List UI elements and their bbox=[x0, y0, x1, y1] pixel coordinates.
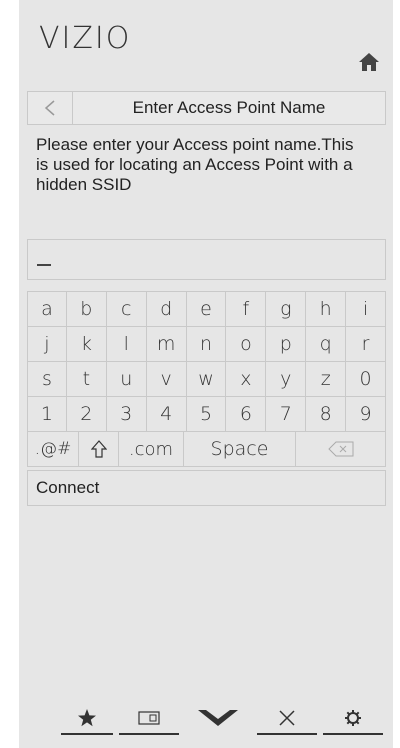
exit-button[interactable] bbox=[257, 700, 317, 736]
key-p[interactable]: p bbox=[266, 327, 307, 361]
menu-button[interactable] bbox=[183, 700, 253, 736]
connect-button[interactable]: Connect bbox=[27, 470, 386, 506]
key-7[interactable]: 7 bbox=[266, 397, 307, 431]
key-o[interactable]: o bbox=[226, 327, 267, 361]
key-9[interactable]: 9 bbox=[346, 397, 387, 431]
key-6[interactable]: 6 bbox=[226, 397, 267, 431]
exit-underline bbox=[257, 733, 317, 735]
keyboard-row: s t u v w x y z 0 bbox=[27, 361, 387, 396]
page-title: Enter Access Point Name bbox=[132, 98, 326, 117]
symbols-key[interactable]: .@# bbox=[27, 432, 79, 466]
keyboard-row: j k l m n o p q r bbox=[27, 326, 387, 361]
key-b[interactable]: b bbox=[67, 292, 107, 326]
favorites-button[interactable] bbox=[61, 700, 113, 736]
key-n[interactable]: n bbox=[187, 327, 227, 361]
shift-key[interactable] bbox=[79, 432, 119, 466]
input-underline bbox=[119, 733, 179, 735]
star-icon bbox=[78, 709, 96, 727]
key-e[interactable]: e bbox=[187, 292, 227, 326]
key-r[interactable]: r bbox=[346, 327, 387, 361]
key-v[interactable]: v bbox=[147, 362, 187, 396]
settings-underline bbox=[323, 733, 383, 735]
keyboard-row: .@# .com Space bbox=[27, 431, 386, 467]
key-d[interactable]: d bbox=[147, 292, 187, 326]
settings-button[interactable] bbox=[323, 700, 383, 736]
key-a[interactable]: a bbox=[27, 292, 67, 326]
key-f[interactable]: f bbox=[226, 292, 267, 326]
input-icon bbox=[138, 711, 160, 725]
key-4[interactable]: 4 bbox=[147, 397, 187, 431]
delete-key[interactable] bbox=[296, 432, 386, 466]
keyboard-row: a b c d e f g h i bbox=[27, 291, 387, 326]
key-t[interactable]: t bbox=[67, 362, 107, 396]
key-j[interactable]: j bbox=[27, 327, 67, 361]
home-icon[interactable] bbox=[358, 52, 380, 72]
on-screen-keyboard: a b c d e f g h i j k l m n o p q r s t … bbox=[27, 291, 387, 467]
key-i[interactable]: i bbox=[346, 292, 387, 326]
key-5[interactable]: 5 bbox=[187, 397, 227, 431]
key-c[interactable]: c bbox=[107, 292, 147, 326]
key-g[interactable]: g bbox=[266, 292, 307, 326]
key-0[interactable]: 0 bbox=[346, 362, 387, 396]
vizio-logo: VIZIO bbox=[39, 21, 132, 56]
key-k[interactable]: k bbox=[67, 327, 107, 361]
instruction-text: Please enter your Access point name.This… bbox=[36, 135, 354, 194]
backspace-icon bbox=[327, 441, 353, 457]
key-s[interactable]: s bbox=[27, 362, 67, 396]
space-key[interactable]: Space bbox=[184, 432, 296, 466]
favorites-underline bbox=[61, 733, 113, 735]
dot-com-key[interactable]: .com bbox=[119, 432, 184, 466]
chevron-down-icon bbox=[198, 710, 238, 726]
close-icon bbox=[279, 710, 295, 726]
key-x[interactable]: x bbox=[226, 362, 267, 396]
key-q[interactable]: q bbox=[306, 327, 347, 361]
back-button[interactable] bbox=[28, 92, 73, 124]
back-arrow-icon bbox=[44, 100, 55, 116]
shift-arrow-icon bbox=[90, 440, 107, 458]
bottom-nav-bar bbox=[19, 700, 393, 736]
key-h[interactable]: h bbox=[306, 292, 347, 326]
key-8[interactable]: 8 bbox=[306, 397, 347, 431]
key-z[interactable]: z bbox=[306, 362, 347, 396]
key-w[interactable]: w bbox=[187, 362, 227, 396]
tv-screen: VIZIO Enter Access Point Name Please ent… bbox=[0, 0, 400, 748]
key-3[interactable]: 3 bbox=[107, 397, 147, 431]
gear-icon bbox=[345, 710, 361, 726]
key-2[interactable]: 2 bbox=[67, 397, 107, 431]
key-1[interactable]: 1 bbox=[27, 397, 67, 431]
dialog-header: Enter Access Point Name bbox=[27, 91, 386, 125]
key-l[interactable]: l bbox=[107, 327, 147, 361]
keyboard-row: 1 2 3 4 5 6 7 8 9 bbox=[27, 396, 387, 431]
text-cursor bbox=[37, 264, 51, 266]
key-u[interactable]: u bbox=[107, 362, 147, 396]
input-button[interactable] bbox=[119, 700, 179, 736]
key-y[interactable]: y bbox=[266, 362, 307, 396]
access-point-name-input[interactable] bbox=[27, 239, 386, 280]
key-m[interactable]: m bbox=[147, 327, 187, 361]
